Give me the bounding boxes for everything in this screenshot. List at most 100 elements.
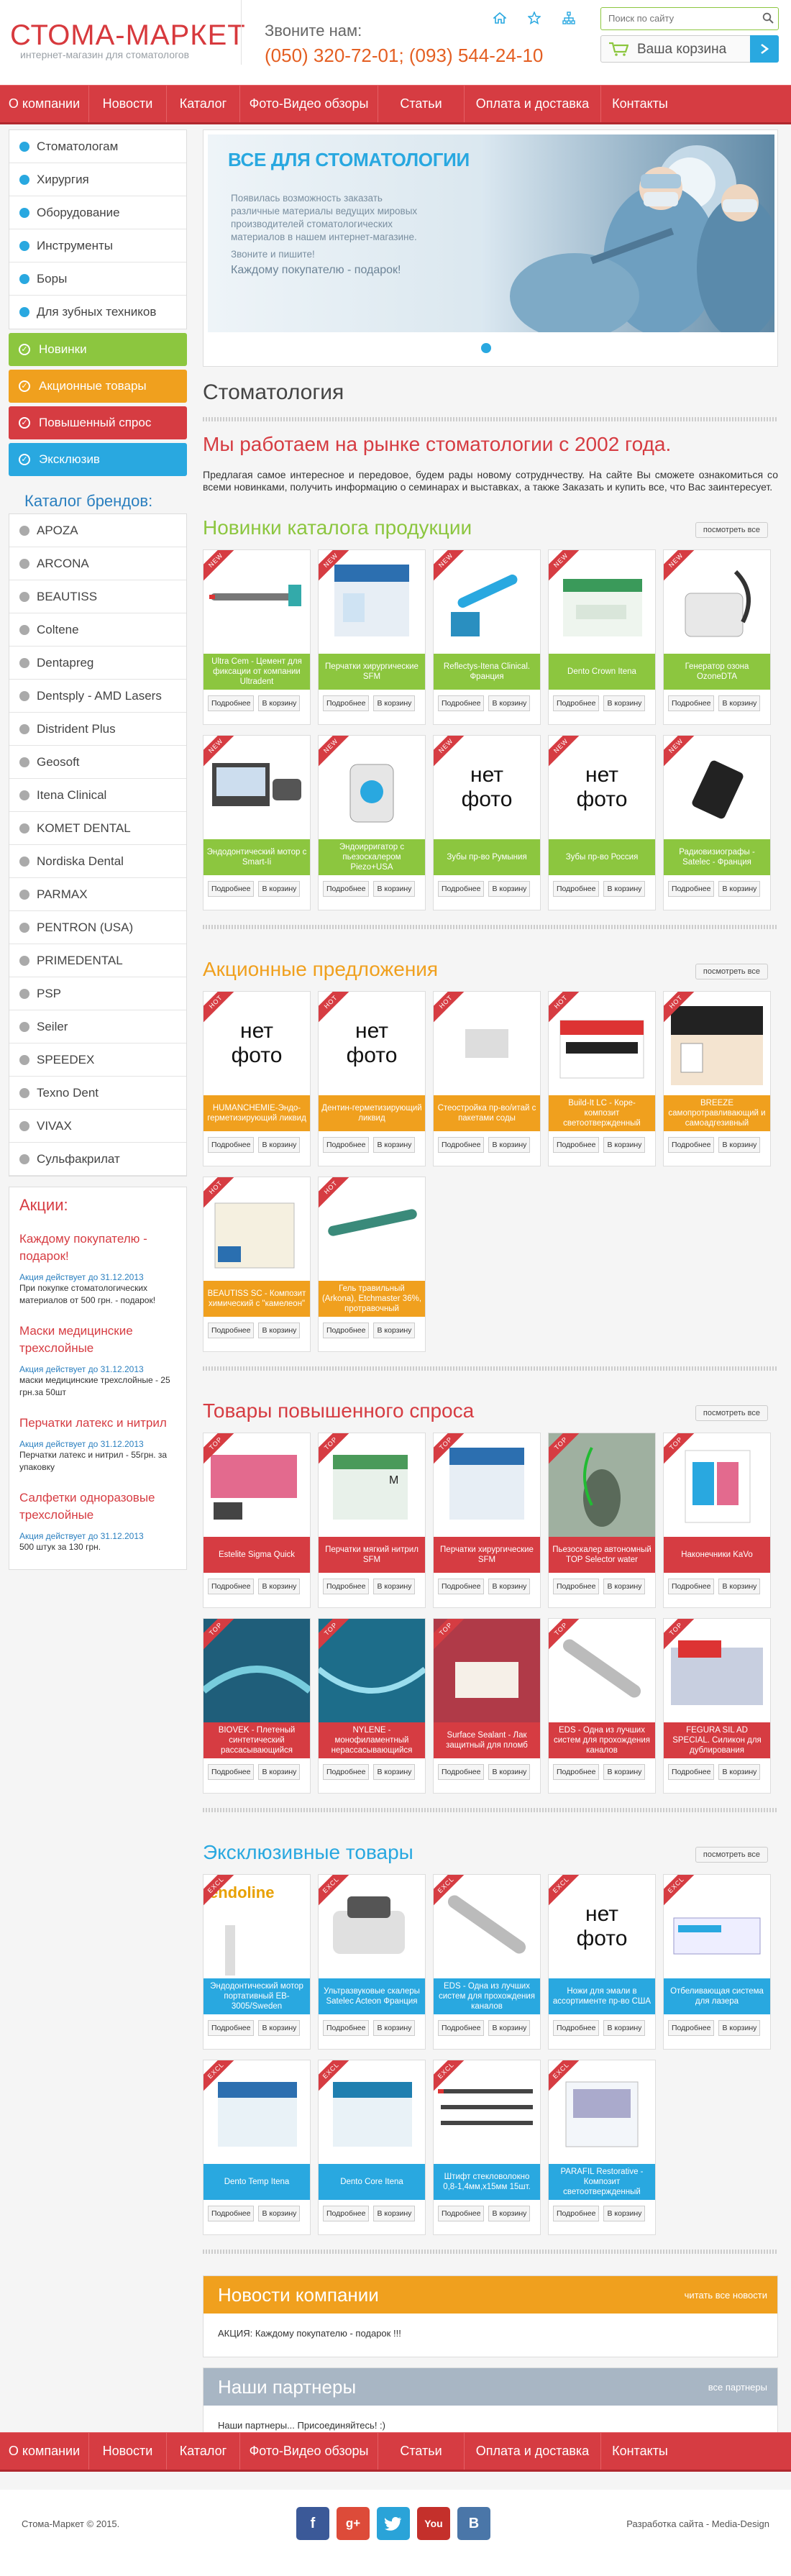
- product-card[interactable]: NEW Эндоирригатор с пьезоскалером Piezo+U…: [318, 735, 426, 910]
- brand-item[interactable]: BEAUTISS: [9, 580, 186, 613]
- product-name[interactable]: Эндодонтический мотор портативный EB-300…: [204, 1978, 310, 2014]
- product-name[interactable]: Surface Sealant - Лак защитный для пломб: [434, 1722, 540, 1758]
- product-name[interactable]: Штифт стекловолокно 0,8-1,4мм,х15мм 15шт…: [434, 2164, 540, 2200]
- add-to-cart-button[interactable]: В корзину: [603, 2206, 646, 2221]
- brand-item[interactable]: Dentapreg: [9, 647, 186, 680]
- details-button[interactable]: Подробнее: [553, 1764, 600, 1780]
- product-card[interactable]: TOP BIOVEK - Плетеный синтетический расса…: [203, 1618, 311, 1794]
- news-item[interactable]: АКЦИЯ: Каждому покупателю - подарок !!!: [204, 2314, 777, 2357]
- product-card[interactable]: TOP Наконечники KaVo Подробнее В корзину: [663, 1433, 771, 1608]
- product-name[interactable]: Estelite Sigma Quick: [204, 1537, 310, 1573]
- product-name[interactable]: Дентин-герметизирующий ликвид: [319, 1095, 425, 1131]
- product-name[interactable]: Ножи для эмали в ассортименте пр-во США: [549, 1978, 655, 2014]
- product-name[interactable]: Отбеливающая система для лазера: [664, 1978, 770, 2014]
- details-button[interactable]: Подробнее: [553, 881, 600, 897]
- add-to-cart-button[interactable]: В корзину: [258, 2206, 301, 2221]
- product-name[interactable]: Наконечники KaVo: [664, 1537, 770, 1573]
- product-name[interactable]: EDS - Одна из лучших систем для прохожде…: [549, 1722, 655, 1758]
- product-image[interactable]: нет фото HOT: [319, 992, 425, 1095]
- category-button[interactable]: ✓ Новинки: [9, 333, 187, 366]
- brand-item[interactable]: Coltene: [9, 613, 186, 647]
- details-button[interactable]: Подробнее: [553, 2020, 600, 2036]
- brand-item[interactable]: KOMET DENTAL: [9, 812, 186, 845]
- brand-item[interactable]: Seiler: [9, 1010, 186, 1043]
- brand-item[interactable]: PARMAX: [9, 878, 186, 911]
- product-card[interactable]: TOP Estelite Sigma Quick Подробнее В корзин…: [203, 1433, 311, 1608]
- nav-item[interactable]: Фото-Видео обзоры: [240, 86, 378, 122]
- brand-item[interactable]: VIVAX: [9, 1110, 186, 1143]
- product-image[interactable]: HOT: [549, 992, 655, 1095]
- product-image[interactable]: TOP: [204, 1433, 310, 1537]
- category-button[interactable]: ✓ Акционные товары: [9, 370, 187, 403]
- product-name[interactable]: FEGURA SIL AD SPECIAL. Силикон для дубли…: [664, 1722, 770, 1758]
- promo-title[interactable]: Салфетки одноразовые трехслойные: [19, 1489, 179, 1524]
- nav-item[interactable]: Статьи: [378, 2433, 465, 2470]
- product-image[interactable]: EXCL: [319, 1875, 425, 1978]
- add-to-cart-button[interactable]: В корзину: [258, 1579, 301, 1594]
- add-to-cart-button[interactable]: В корзину: [373, 695, 416, 711]
- product-name[interactable]: Стеостройка пр-во/итай с пакетами соды: [434, 1095, 540, 1131]
- product-card[interactable]: TOP Surface Sealant - Лак защитный для пл…: [433, 1618, 541, 1794]
- product-card[interactable]: TOP FEGURA SIL AD SPECIAL. Силикон для ду…: [663, 1618, 771, 1794]
- product-name[interactable]: Перчатки хирургические SFM: [319, 654, 425, 690]
- add-to-cart-button[interactable]: В корзину: [373, 1323, 416, 1338]
- product-card[interactable]: TOP NYLENE - монофиламентный нерассасываю…: [318, 1618, 426, 1794]
- details-button[interactable]: Подробнее: [668, 695, 715, 711]
- brand-item[interactable]: Сульфакрилат: [9, 1143, 186, 1176]
- twitter-icon[interactable]: [377, 2507, 410, 2540]
- nav-item[interactable]: Оплата и доставка: [465, 2433, 601, 2470]
- product-card[interactable]: EXCL EDS - Одна из лучших систем для прох…: [433, 1874, 541, 2050]
- product-card[interactable]: TOP Пьезоскалер автономный TOP Selector w…: [548, 1433, 656, 1608]
- add-to-cart-button[interactable]: В корзину: [373, 2206, 416, 2221]
- product-image[interactable]: HOT: [664, 992, 770, 1095]
- product-image[interactable]: NEW: [664, 736, 770, 839]
- product-name[interactable]: Зубы пр-во Румыния: [434, 839, 540, 875]
- add-to-cart-button[interactable]: В корзину: [718, 1579, 761, 1594]
- google-plus-icon[interactable]: g+: [337, 2507, 370, 2540]
- product-name[interactable]: HUMANCHEMIE-Эндо-герметизирующий ликвид: [204, 1095, 310, 1131]
- product-name[interactable]: Эндодонтический мотор с Smart-Ii: [204, 839, 310, 875]
- nav-item[interactable]: Каталог: [167, 2433, 240, 2470]
- brand-item[interactable]: PRIMEDENTAL: [9, 944, 186, 977]
- details-button[interactable]: Подробнее: [208, 881, 255, 897]
- add-to-cart-button[interactable]: В корзину: [718, 695, 761, 711]
- product-name[interactable]: Dento Temp Itena: [204, 2164, 310, 2200]
- details-button[interactable]: Подробнее: [553, 695, 600, 711]
- nav-item[interactable]: Новости: [89, 86, 167, 122]
- add-to-cart-button[interactable]: В корзину: [258, 1137, 301, 1153]
- brand-item[interactable]: Geosoft: [9, 746, 186, 779]
- product-image[interactable]: TOP: [204, 1619, 310, 1722]
- product-image[interactable]: нет фото NEW: [549, 736, 655, 839]
- product-image[interactable]: NEW: [434, 550, 540, 654]
- brand-item[interactable]: Itena Clinical: [9, 779, 186, 812]
- product-name[interactable]: Dento Crown Itena: [549, 654, 655, 690]
- star-icon[interactable]: [525, 10, 544, 26]
- product-name[interactable]: EDS - Одна из лучших систем для прохожде…: [434, 1978, 540, 2014]
- nav-item[interactable]: Контакты: [601, 86, 679, 122]
- category-button[interactable]: ✓ Повышенный спрос: [9, 406, 187, 439]
- view-all-button[interactable]: посмотреть все: [695, 1847, 768, 1863]
- nav-item[interactable]: Новости: [89, 2433, 167, 2470]
- facebook-icon[interactable]: f: [296, 2507, 329, 2540]
- product-image[interactable]: нет фото EXCL: [549, 1875, 655, 1978]
- nav-item[interactable]: Статьи: [378, 86, 465, 122]
- product-image[interactable]: TOP: [664, 1619, 770, 1722]
- product-name[interactable]: Build-It LC - Коре-композит светоотвержд…: [549, 1095, 655, 1131]
- product-card[interactable]: NEW Reflectys-Itena Clinical. Франция Подр…: [433, 549, 541, 725]
- product-image[interactable]: NEW: [549, 550, 655, 654]
- add-to-cart-button[interactable]: В корзину: [488, 695, 531, 711]
- product-card[interactable]: нет фото EXCL Ножи для эмали в ассортименте…: [548, 1874, 656, 2050]
- product-card[interactable]: M TOP Перчатки мягкий нитрил SFM Подробнее В…: [318, 1433, 426, 1608]
- view-all-button[interactable]: посмотреть все: [695, 1405, 768, 1421]
- slider-dot[interactable]: [481, 343, 491, 353]
- logo[interactable]: СТОМА-МАРКЕТ интернет-магазин для стомат…: [10, 20, 246, 60]
- add-to-cart-button[interactable]: В корзину: [258, 2020, 301, 2036]
- add-to-cart-button[interactable]: В корзину: [258, 1764, 301, 1780]
- product-card[interactable]: нет фото HOT HUMANCHEMIE-Эндо-герметизирующ…: [203, 991, 311, 1166]
- product-image[interactable]: TOP: [549, 1619, 655, 1722]
- product-card[interactable]: TOP Перчатки хирургические SFM Подробнее В …: [433, 1433, 541, 1608]
- add-to-cart-button[interactable]: В корзину: [258, 695, 301, 711]
- partners-link[interactable]: все партнеры: [708, 2382, 767, 2393]
- add-to-cart-button[interactable]: В корзину: [373, 2020, 416, 2036]
- product-card[interactable]: TOP EDS - Одна из лучших систем для прохо…: [548, 1618, 656, 1794]
